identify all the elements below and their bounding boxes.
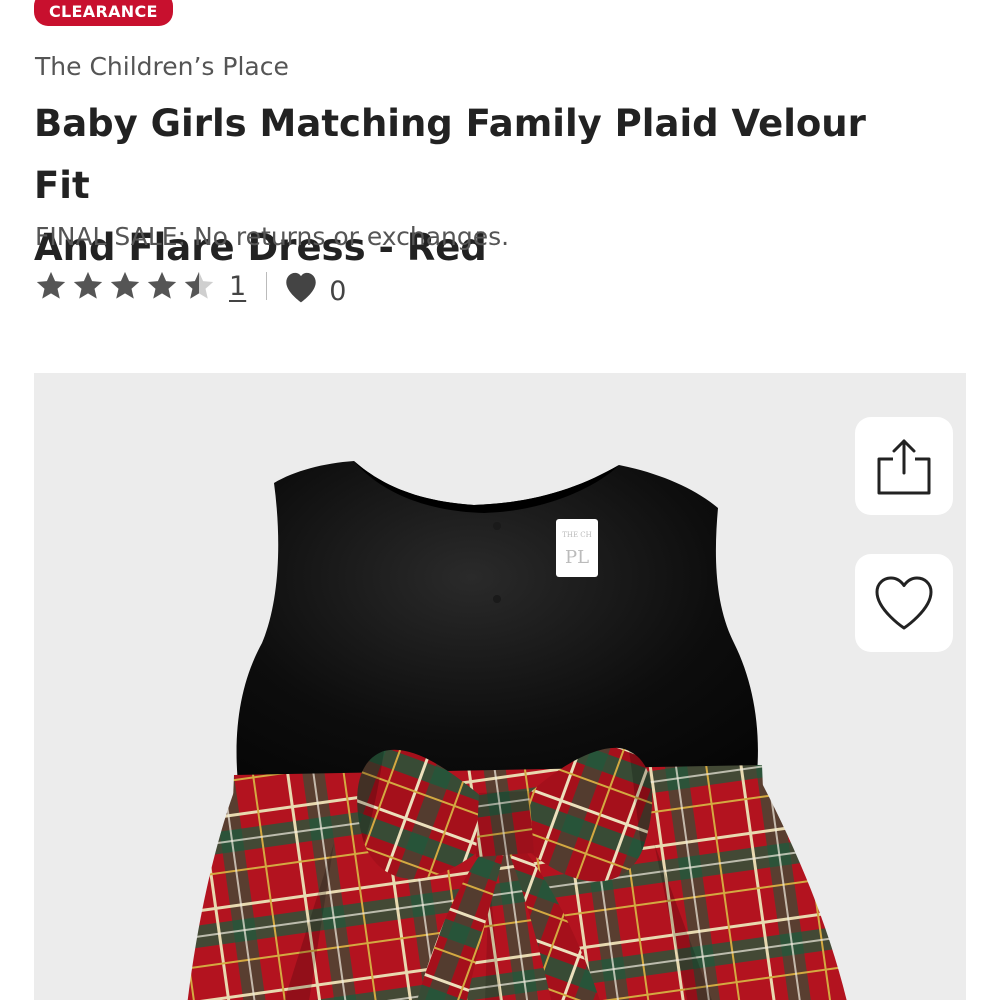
label-text-top: THE CH: [562, 531, 592, 539]
share-button[interactable]: [855, 417, 953, 515]
clearance-badge: CLEARANCE: [34, 0, 173, 26]
review-count-link[interactable]: 1: [229, 271, 246, 302]
heart-outline-icon: [875, 576, 933, 630]
heart-filled-icon[interactable]: [281, 268, 321, 304]
wishlist-button[interactable]: [855, 554, 953, 652]
label-text-main: PL: [565, 547, 589, 568]
star-icon: [110, 271, 140, 299]
product-image[interactable]: THE CH PL: [34, 373, 966, 1000]
share-icon: [877, 439, 931, 495]
brand-name[interactable]: The Children’s Place: [35, 52, 289, 81]
rating-row: 1 0: [34, 264, 346, 308]
divider: [266, 272, 268, 300]
star-icon: [147, 271, 177, 299]
dress-illustration: THE CH PL: [187, 461, 847, 1000]
favorites-count: 0: [329, 275, 347, 307]
product-title: Baby Girls Matching Family Plaid Velour …: [34, 93, 934, 279]
half-star-icon: [184, 271, 214, 299]
star-icon: [36, 271, 66, 299]
star-icon: [73, 271, 103, 299]
product-title-line-1: Baby Girls Matching Family Plaid Velour …: [34, 102, 866, 207]
final-sale-notice: FINAL SALE: No returns or exchanges.: [35, 222, 510, 251]
product-page: CLEARANCE The Children’s Place Baby Girl…: [0, 0, 1000, 1000]
star-rating: [34, 269, 219, 303]
